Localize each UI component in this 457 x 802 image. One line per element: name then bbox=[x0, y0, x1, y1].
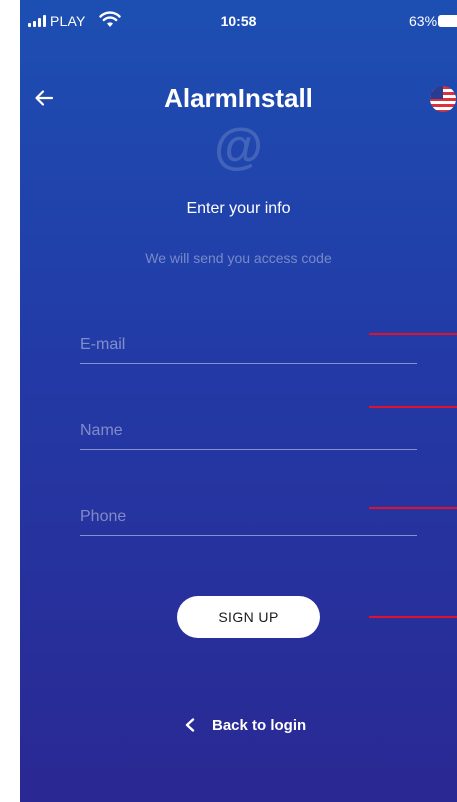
annotation-line-name bbox=[369, 406, 457, 408]
name-field[interactable] bbox=[80, 406, 417, 449]
name-field-wrapper bbox=[80, 406, 417, 450]
email-field-wrapper bbox=[80, 320, 417, 364]
status-bar: PLAY 10:58 63% bbox=[20, 0, 457, 44]
status-time: 10:58 bbox=[220, 13, 257, 29]
us-flag-icon[interactable] bbox=[430, 86, 456, 112]
back-to-login-link[interactable]: Back to login bbox=[184, 713, 306, 737]
app-screen: PLAY 10:58 63% AlarmInstall @ Enter your… bbox=[20, 0, 457, 802]
form-heading: Enter your info bbox=[186, 200, 291, 217]
phone-field-wrapper bbox=[80, 492, 417, 536]
annotation-line-signup bbox=[369, 616, 457, 618]
form-subheading: We will send you access code bbox=[145, 250, 332, 266]
phone-field[interactable] bbox=[80, 492, 417, 535]
chevron-left-icon bbox=[185, 718, 195, 732]
sign-up-button[interactable]: SIGN UP bbox=[177, 596, 320, 638]
back-to-login-label: Back to login bbox=[212, 716, 307, 734]
annotation-line-phone bbox=[369, 507, 457, 509]
app-title: AlarmInstall bbox=[164, 83, 313, 113]
email-field[interactable] bbox=[80, 320, 417, 363]
battery-icon bbox=[438, 15, 457, 27]
battery-percentage: 63% bbox=[409, 13, 438, 29]
at-sign-icon: @ bbox=[214, 118, 263, 174]
annotation-line-email bbox=[369, 333, 457, 335]
